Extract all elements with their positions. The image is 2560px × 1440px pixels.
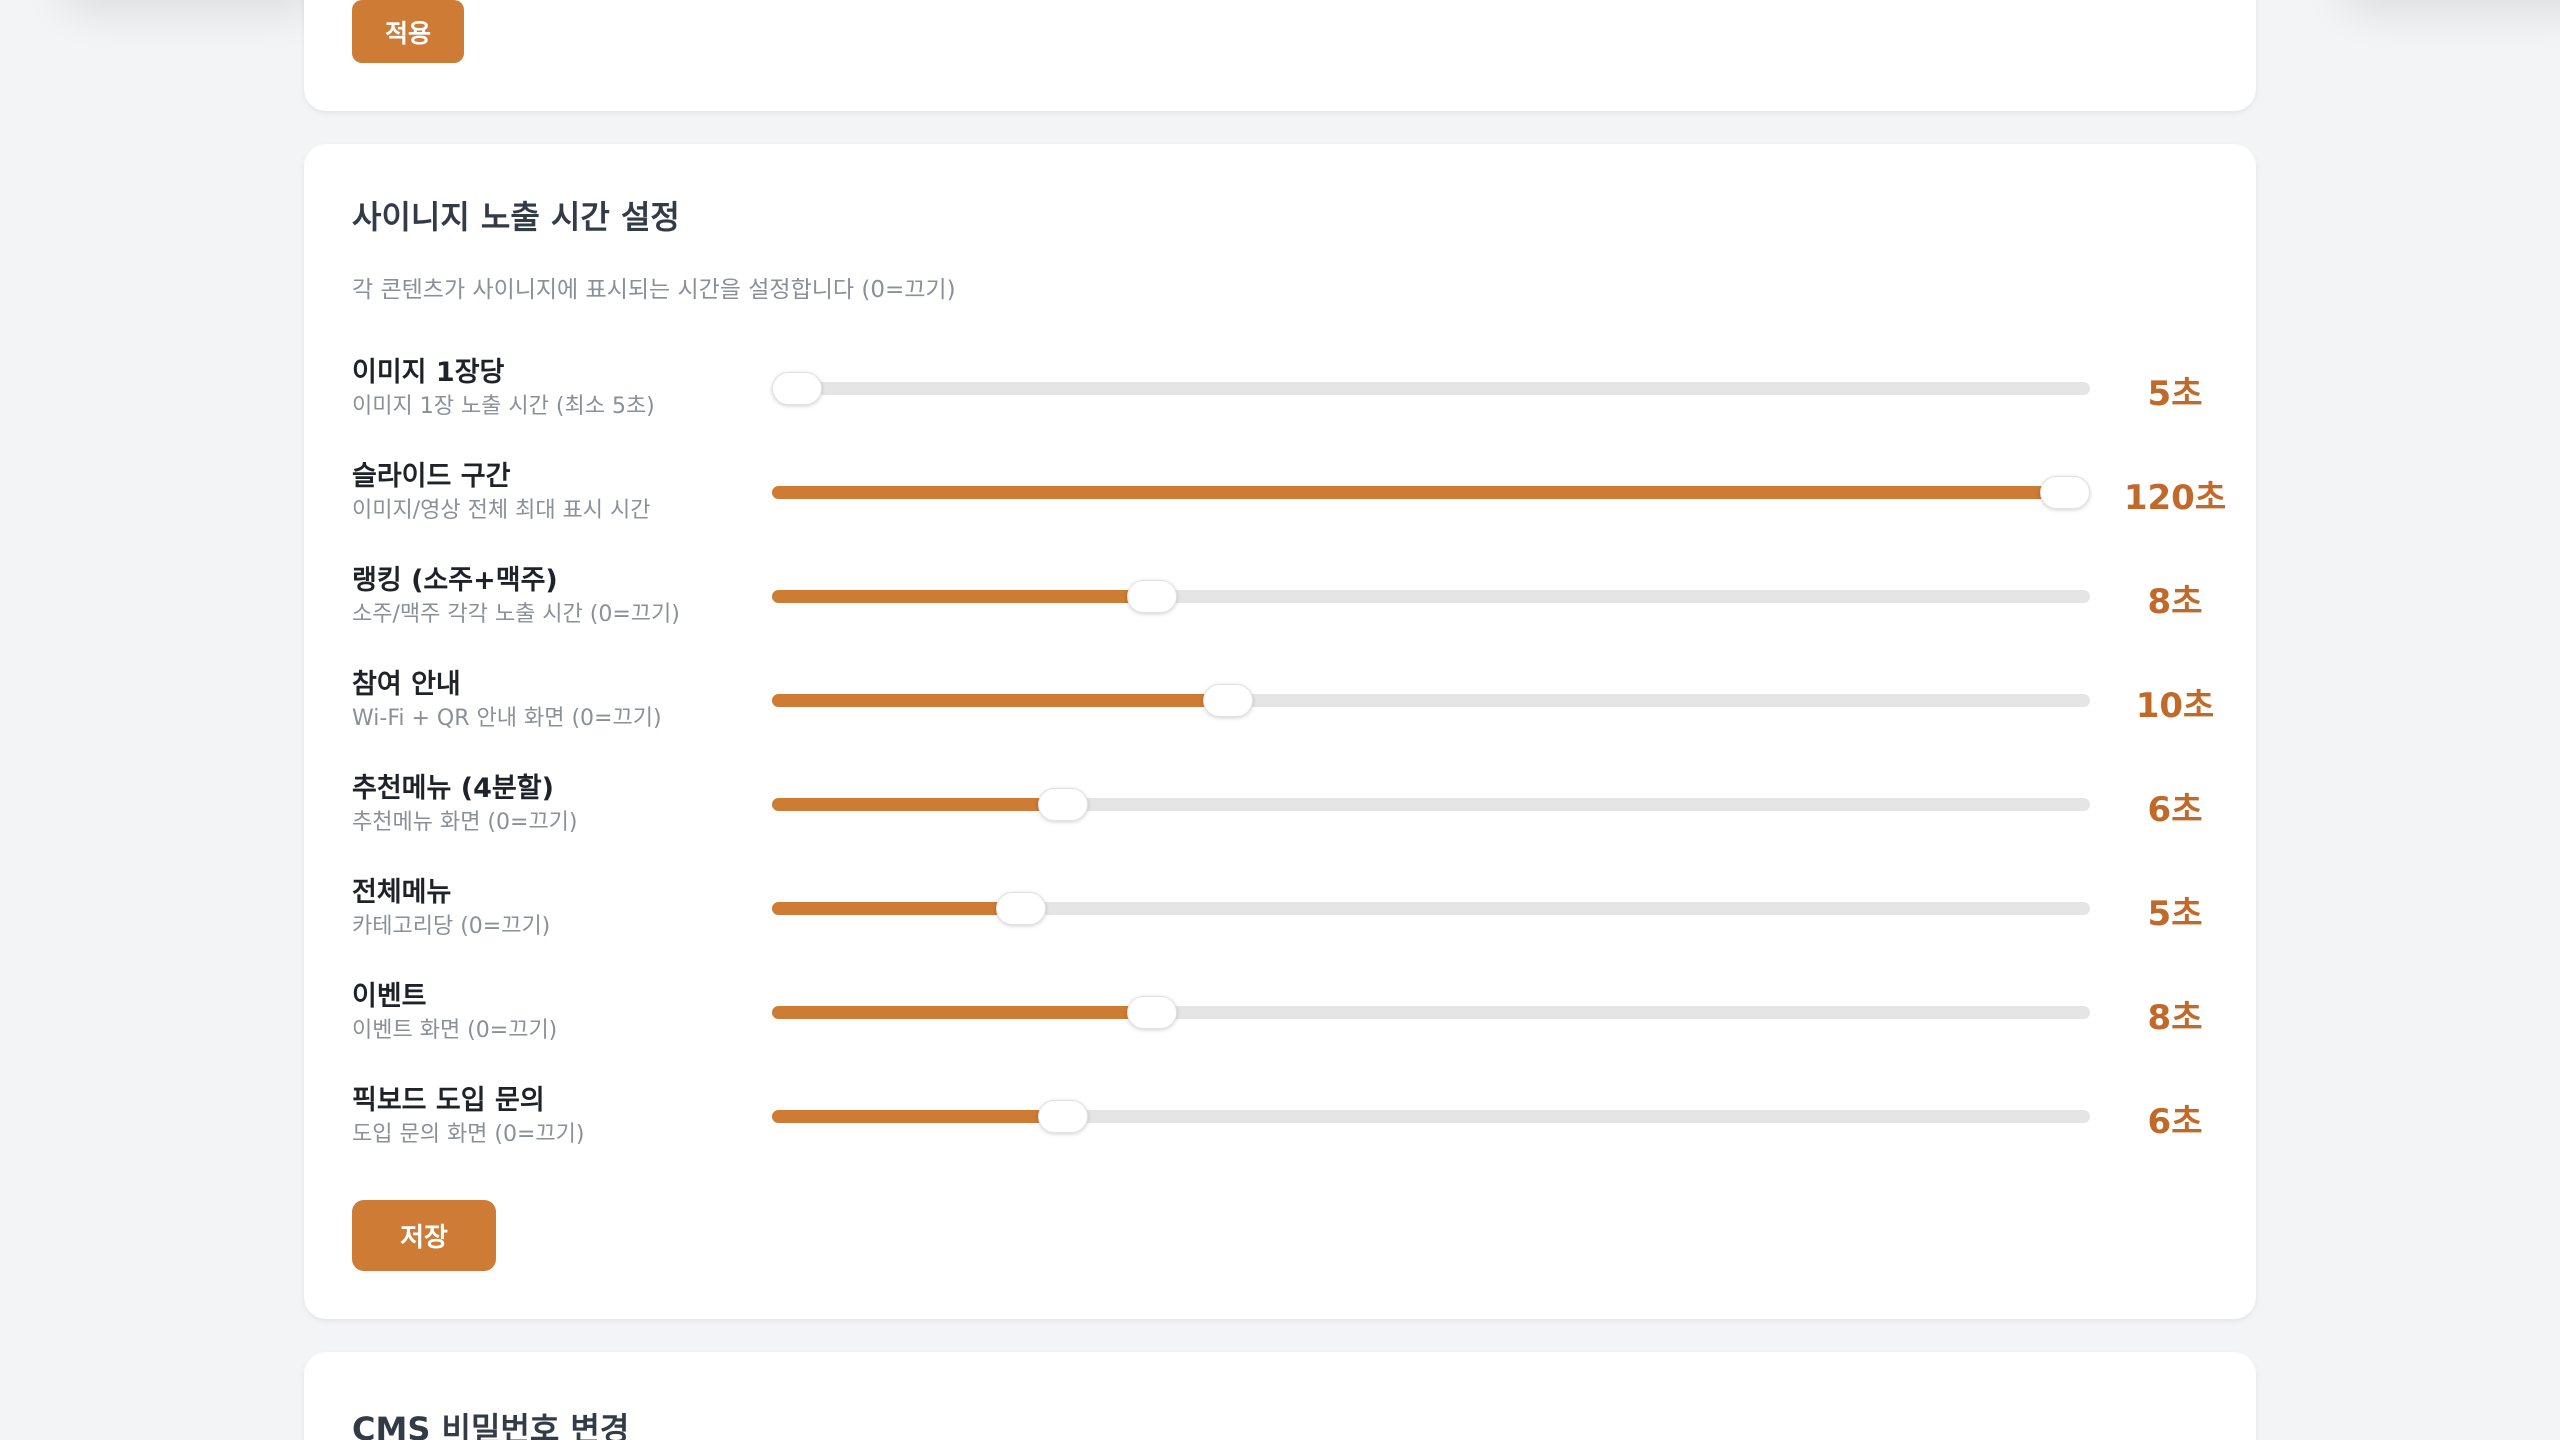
- slider-thumb[interactable]: [2040, 476, 2090, 509]
- setting-row: 이벤트이벤트 화면 (0=끄기) 8초: [352, 974, 2212, 1054]
- slider-fill: [772, 590, 1153, 603]
- duration-slider[interactable]: [772, 470, 2090, 514]
- slider-fill: [772, 798, 1064, 811]
- setting-row: 참여 안내 Wi-Fi + QR 안내 화면 (0=끄기) 10초: [352, 662, 2214, 742]
- setting-row: 추천메뉴 (4분할) 추천메뉴 화면 (0=끄기) 6초: [352, 766, 2212, 846]
- slider-thumb[interactable]: [772, 372, 822, 405]
- setting-value: 8초: [2147, 582, 2203, 622]
- slider-fill: [772, 1110, 1064, 1123]
- setting-title: 랭킹 (소주+맥주): [352, 565, 558, 596]
- settings-page: 적용 사이니지 노출 시간 설정 각 콘텐츠가 사이니지에 표시되는 시간을 설…: [0, 0, 2560, 1440]
- slider-thumb[interactable]: [1038, 1100, 1089, 1133]
- duration-slider[interactable]: [772, 886, 2090, 930]
- apply-card: 적용: [304, 0, 2256, 111]
- duration-slider[interactable]: [772, 782, 2090, 826]
- setting-subtitle: 추천메뉴 화면 (0=끄기): [352, 810, 578, 835]
- section-title: 사이니지 노출 시간 설정: [352, 198, 680, 236]
- setting-row: 슬라이드 구간이미지/영상 전체 최대 표시 시간 120초: [352, 454, 2226, 534]
- setting-subtitle: 이벤트 화면 (0=끄기): [352, 1018, 558, 1043]
- slider-fill: [772, 1006, 1153, 1019]
- setting-subtitle: Wi-Fi + QR 안내 화면 (0=끄기): [352, 706, 662, 731]
- setting-value: 8초: [2147, 998, 2203, 1038]
- duration-slider[interactable]: [772, 366, 2090, 410]
- setting-title: 이벤트: [352, 981, 427, 1012]
- save-button[interactable]: 저장: [352, 1200, 496, 1271]
- section-description: 각 콘텐츠가 사이니지에 표시되는 시간을 설정합니다 (0=끄기): [352, 277, 956, 303]
- setting-value: 5초: [2147, 374, 2203, 414]
- setting-title: 추천메뉴 (4분할): [352, 773, 554, 804]
- duration-slider[interactable]: [772, 574, 2090, 618]
- slider-thumb[interactable]: [996, 892, 1047, 925]
- setting-title: 픽보드 도입 문의: [352, 1085, 545, 1116]
- password-change-card: CMS 비밀번호 변경: [304, 1352, 2256, 1440]
- duration-slider[interactable]: [772, 990, 2090, 1034]
- slider-fill: [772, 694, 1229, 707]
- section-title: CMS 비밀번호 변경: [352, 1410, 630, 1440]
- slider-thumb[interactable]: [1127, 996, 1178, 1029]
- slider-fill: [772, 902, 1022, 915]
- duration-slider[interactable]: [772, 1094, 2090, 1138]
- setting-value: 6초: [2147, 790, 2203, 830]
- slider-fill: [772, 486, 2065, 499]
- setting-subtitle: 소주/맥주 각각 노출 시간 (0=끄기): [352, 602, 680, 627]
- setting-row: 전체메뉴카테고리당 (0=끄기) 5초: [352, 870, 2212, 950]
- setting-subtitle: 카테고리당 (0=끄기): [352, 914, 551, 939]
- setting-value: 10초: [2135, 686, 2215, 726]
- setting-title: 참여 안내: [352, 669, 461, 700]
- setting-value: 120초: [2123, 478, 2227, 518]
- slider-thumb[interactable]: [1127, 580, 1178, 613]
- setting-title: 전체메뉴: [352, 877, 452, 908]
- slider-thumb[interactable]: [1038, 788, 1089, 821]
- setting-title: 슬라이드 구간: [352, 461, 511, 492]
- setting-value: 5초: [2147, 894, 2203, 934]
- setting-row: 픽보드 도입 문의도입 문의 화면 (0=끄기) 6초: [352, 1078, 2212, 1158]
- slider-track[interactable]: [772, 382, 2090, 395]
- setting-subtitle: 이미지 1장 노출 시간 (최소 5초): [352, 394, 655, 419]
- signage-time-settings-card: 사이니지 노출 시간 설정 각 콘텐츠가 사이니지에 표시되는 시간을 설정합니…: [304, 144, 2256, 1319]
- setting-row: 랭킹 (소주+맥주) 소주/맥주 각각 노출 시간 (0=끄기) 8초: [352, 558, 2212, 638]
- slider-thumb[interactable]: [1203, 684, 1254, 717]
- setting-value: 6초: [2147, 1102, 2203, 1142]
- setting-subtitle: 이미지/영상 전체 최대 표시 시간: [352, 498, 651, 523]
- setting-subtitle: 도입 문의 화면 (0=끄기): [352, 1122, 585, 1147]
- duration-slider[interactable]: [772, 678, 2090, 722]
- setting-title: 이미지 1장당: [352, 357, 505, 388]
- apply-button[interactable]: 적용: [352, 0, 464, 63]
- setting-row: 이미지 1장당이미지 1장 노출 시간 (최소 5초) 5초: [352, 350, 2212, 430]
